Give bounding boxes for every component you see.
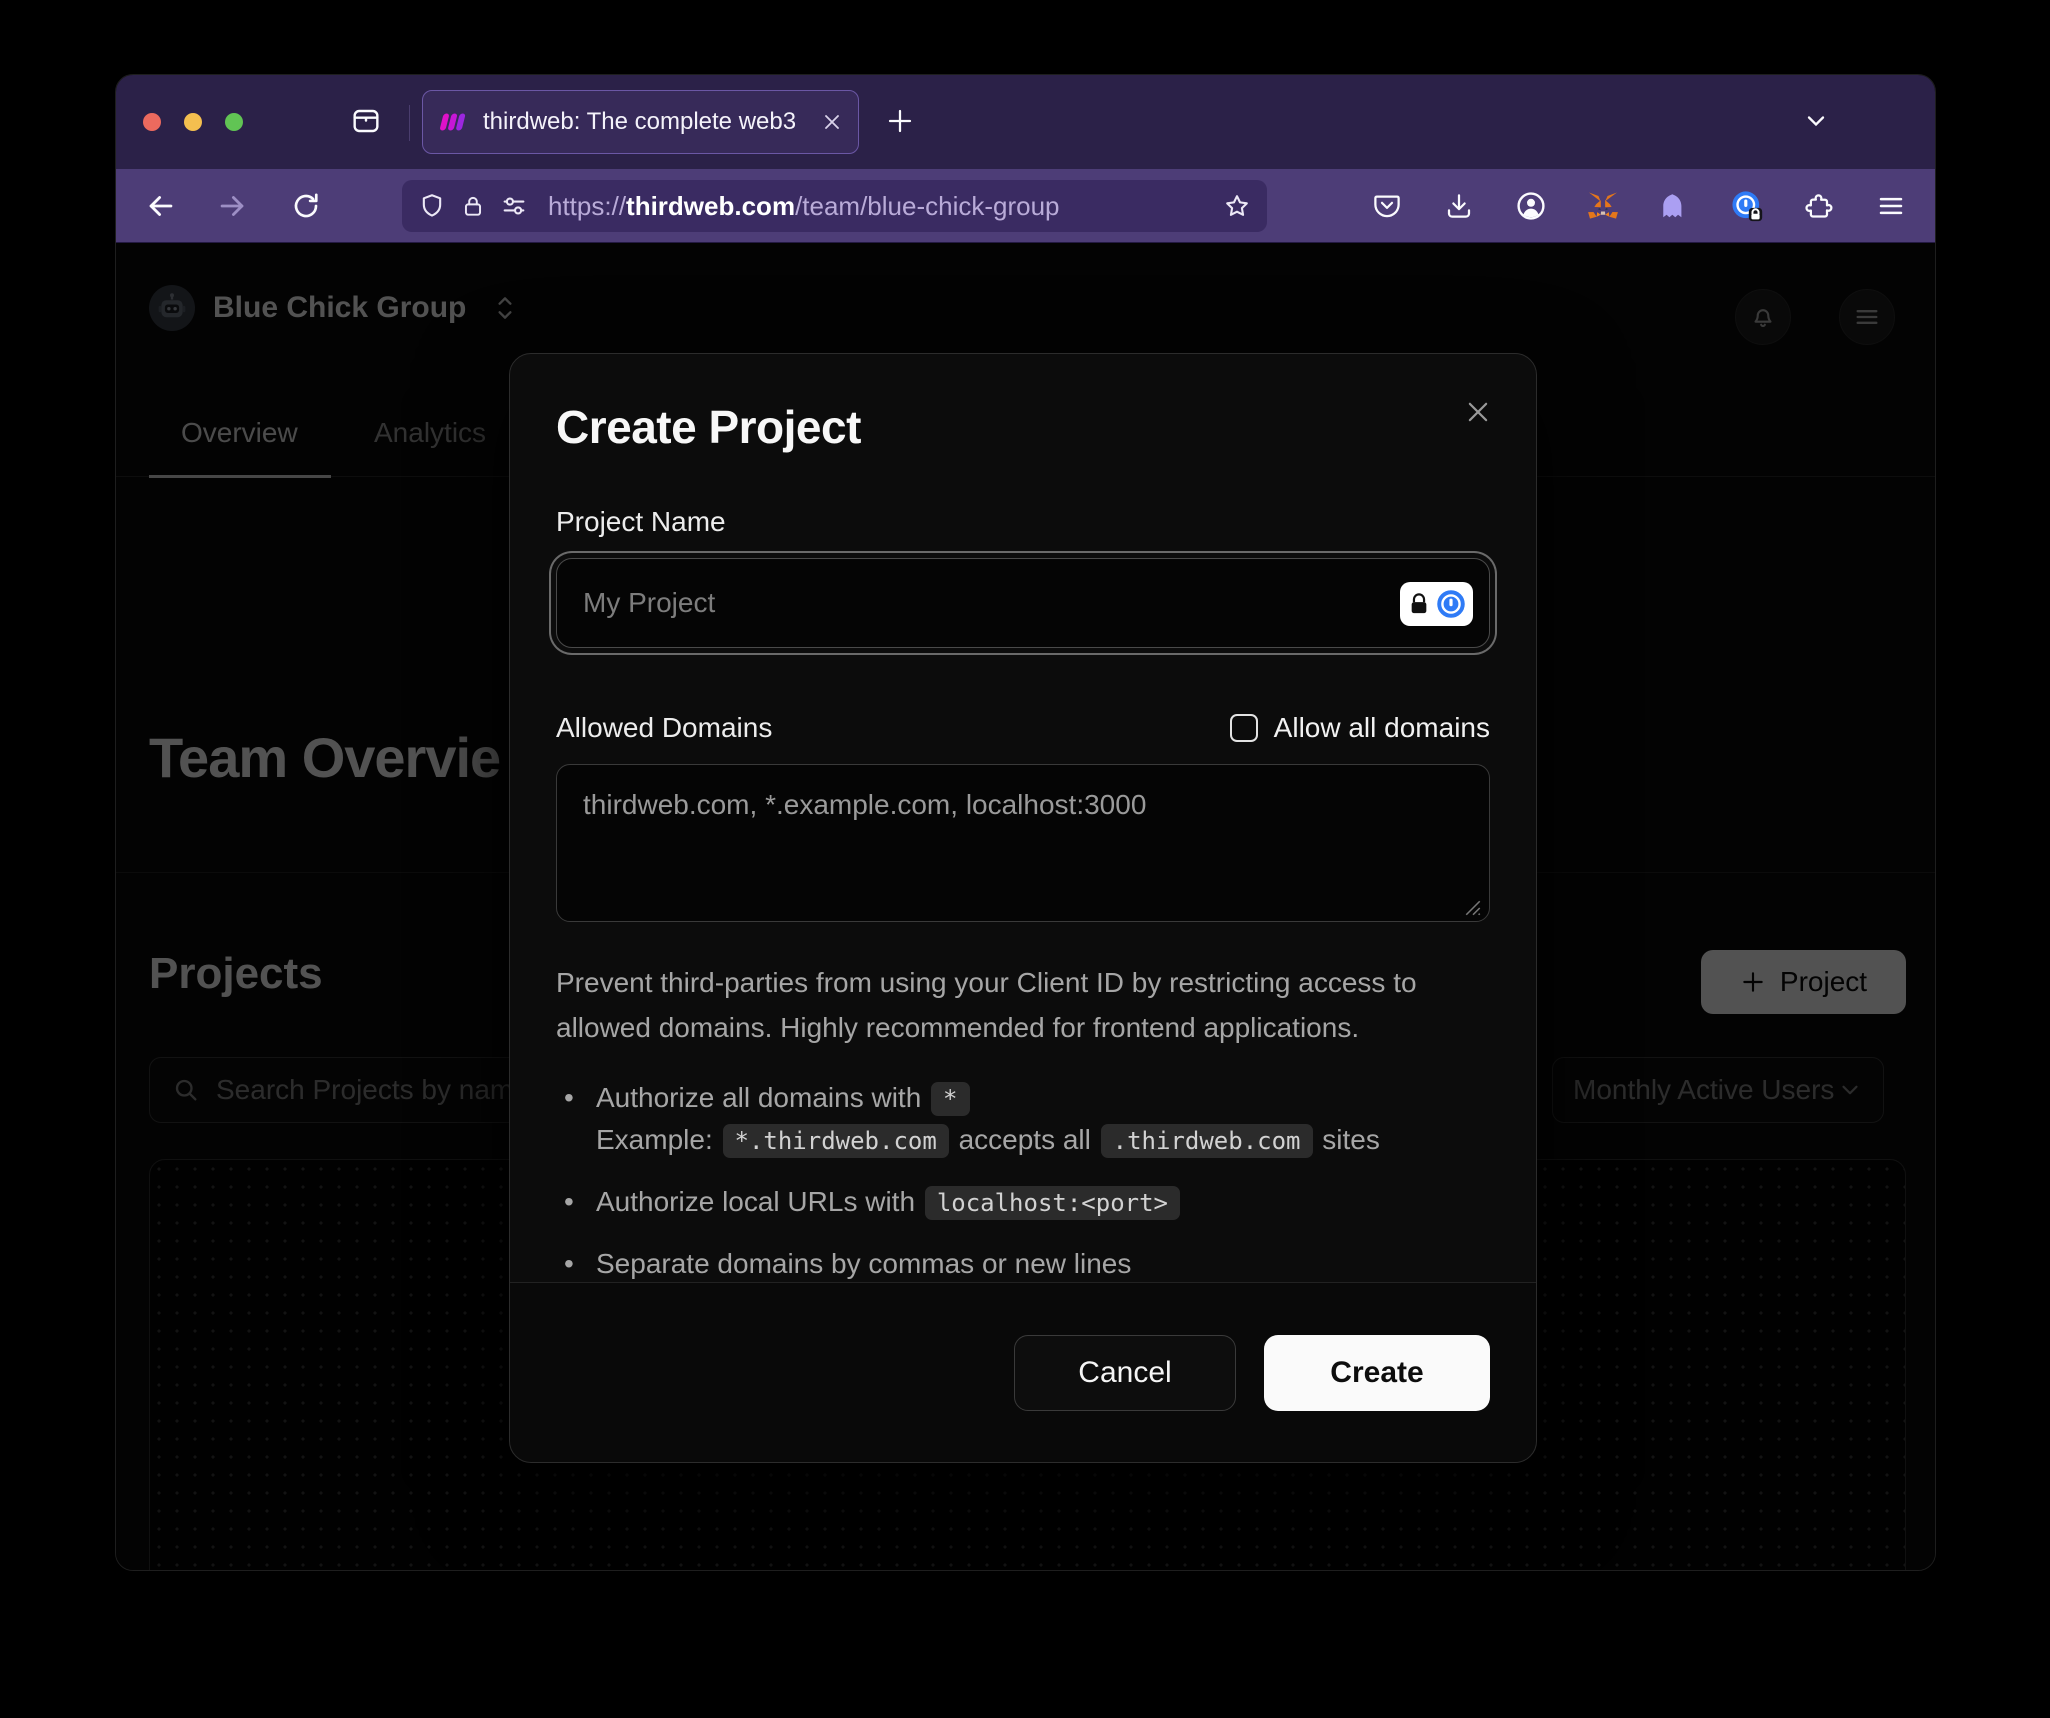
project-name-label: Project Name: [556, 506, 1490, 538]
domain-rules-list: Authorize all domains with * Example: *.t…: [556, 1077, 1490, 1282]
rule-text: accepts all: [951, 1124, 1099, 1155]
download-icon: [1444, 191, 1474, 221]
rule-text: sites: [1315, 1124, 1380, 1155]
downloads-button[interactable]: [1437, 184, 1481, 228]
rule-text: Authorize all domains with: [596, 1082, 929, 1113]
allow-all-checkbox[interactable]: [1230, 714, 1258, 742]
pocket-icon: [1372, 191, 1402, 221]
rule-text: Example:: [596, 1124, 721, 1155]
resize-handle-icon[interactable]: [1464, 899, 1482, 917]
code-chip: localhost:<port>: [925, 1186, 1180, 1220]
code-chip: .thirdweb.com: [1101, 1124, 1313, 1158]
modal-title: Create Project: [556, 400, 1490, 454]
minimize-window-button[interactable]: [184, 113, 202, 131]
firefox-view-icon: [350, 105, 382, 137]
forward-button[interactable]: [210, 184, 254, 228]
domain-rule-item: Authorize local URLs with localhost:<por…: [556, 1181, 1490, 1223]
allowed-domains-row: Allowed Domains Allow all domains: [556, 712, 1490, 744]
phantom-ghost-icon: [1659, 190, 1691, 222]
rule-text: Separate domains by commas or new lines: [596, 1248, 1131, 1279]
list-all-tabs-button[interactable]: [1794, 99, 1838, 143]
browser-toolbar: https://thirdweb.com/team/blue-chick-gro…: [116, 169, 1935, 243]
account-icon: [1515, 190, 1547, 222]
url-text: https://thirdweb.com/team/blue-chick-gro…: [548, 191, 1060, 222]
lock-icon[interactable]: [460, 193, 486, 219]
tab-separator: [409, 105, 410, 141]
window-controls: [143, 113, 243, 131]
toolbar-right-icons: [1365, 184, 1913, 228]
domain-rule-item: Separate domains by commas or new lines: [556, 1243, 1490, 1282]
url-path: /team/blue-chick-group: [795, 191, 1059, 221]
project-name-field: [556, 558, 1490, 648]
metamask-fox-icon: [1586, 189, 1620, 223]
project-name-input[interactable]: [557, 559, 1489, 647]
create-button[interactable]: Create: [1264, 1335, 1490, 1411]
modal-footer: Cancel Create: [510, 1282, 1536, 1462]
metamask-button[interactable]: [1581, 184, 1625, 228]
onepassword-icon: [1730, 189, 1764, 223]
onepassword-icon: [1433, 586, 1469, 622]
rule-text: Authorize local URLs with: [596, 1186, 923, 1217]
plus-icon: [885, 106, 915, 136]
shield-icon[interactable]: [418, 192, 446, 220]
domain-rule-item: Authorize all domains with * Example: *.t…: [556, 1077, 1490, 1161]
create-project-modal: Create Project Project Name Allowed Doma…: [509, 353, 1537, 1463]
browser-tab-bar: thirdweb: The complete web3 de: [116, 75, 1935, 169]
code-chip: *.thirdweb.com: [723, 1124, 949, 1158]
url-domain: thirdweb.com: [626, 191, 795, 221]
reload-button[interactable]: [284, 184, 328, 228]
firefox-view-button[interactable]: [344, 99, 388, 143]
allow-all-label[interactable]: Allow all domains: [1274, 712, 1490, 744]
phantom-button[interactable]: [1653, 184, 1697, 228]
new-tab-button[interactable]: [878, 99, 922, 143]
maximize-window-button[interactable]: [225, 113, 243, 131]
account-button[interactable]: [1509, 184, 1553, 228]
tab-close-icon[interactable]: [820, 110, 844, 134]
browser-window: thirdweb: The complete web3 de: [115, 74, 1936, 1571]
onepassword-inline-chip[interactable]: [1400, 582, 1473, 626]
lock-icon: [1408, 591, 1430, 617]
hamburger-icon: [1876, 191, 1906, 221]
bookmark-star-icon[interactable]: [1223, 192, 1251, 220]
extensions-button[interactable]: [1797, 184, 1841, 228]
cancel-button[interactable]: Cancel: [1014, 1335, 1236, 1411]
allowed-domains-label: Allowed Domains: [556, 712, 772, 744]
screenshot-stage: thirdweb: The complete web3 de: [0, 0, 2050, 1718]
back-button[interactable]: [139, 184, 183, 228]
url-scheme: https://: [548, 191, 626, 221]
thirdweb-favicon: [437, 110, 471, 134]
browser-tab[interactable]: thirdweb: The complete web3 de: [422, 90, 859, 154]
allow-all-domains-control[interactable]: Allow all domains: [1230, 712, 1490, 744]
address-bar[interactable]: https://thirdweb.com/team/blue-chick-gro…: [402, 180, 1267, 232]
allowed-domains-textarea[interactable]: [556, 764, 1490, 922]
tab-title: thirdweb: The complete web3 de: [483, 108, 803, 136]
allowed-domains-field: [556, 764, 1490, 927]
puzzle-icon: [1804, 191, 1834, 221]
menu-button[interactable]: [1869, 184, 1913, 228]
pocket-button[interactable]: [1365, 184, 1409, 228]
onepassword-button[interactable]: [1725, 184, 1769, 228]
code-chip: *: [931, 1082, 969, 1116]
chevron-down-icon: [1802, 107, 1830, 135]
close-window-button[interactable]: [143, 113, 161, 131]
permissions-icon[interactable]: [500, 192, 528, 220]
domains-help-text: Prevent third-parties from using your Cl…: [556, 961, 1453, 1051]
modal-body: Create Project Project Name Allowed Doma…: [510, 354, 1536, 1282]
